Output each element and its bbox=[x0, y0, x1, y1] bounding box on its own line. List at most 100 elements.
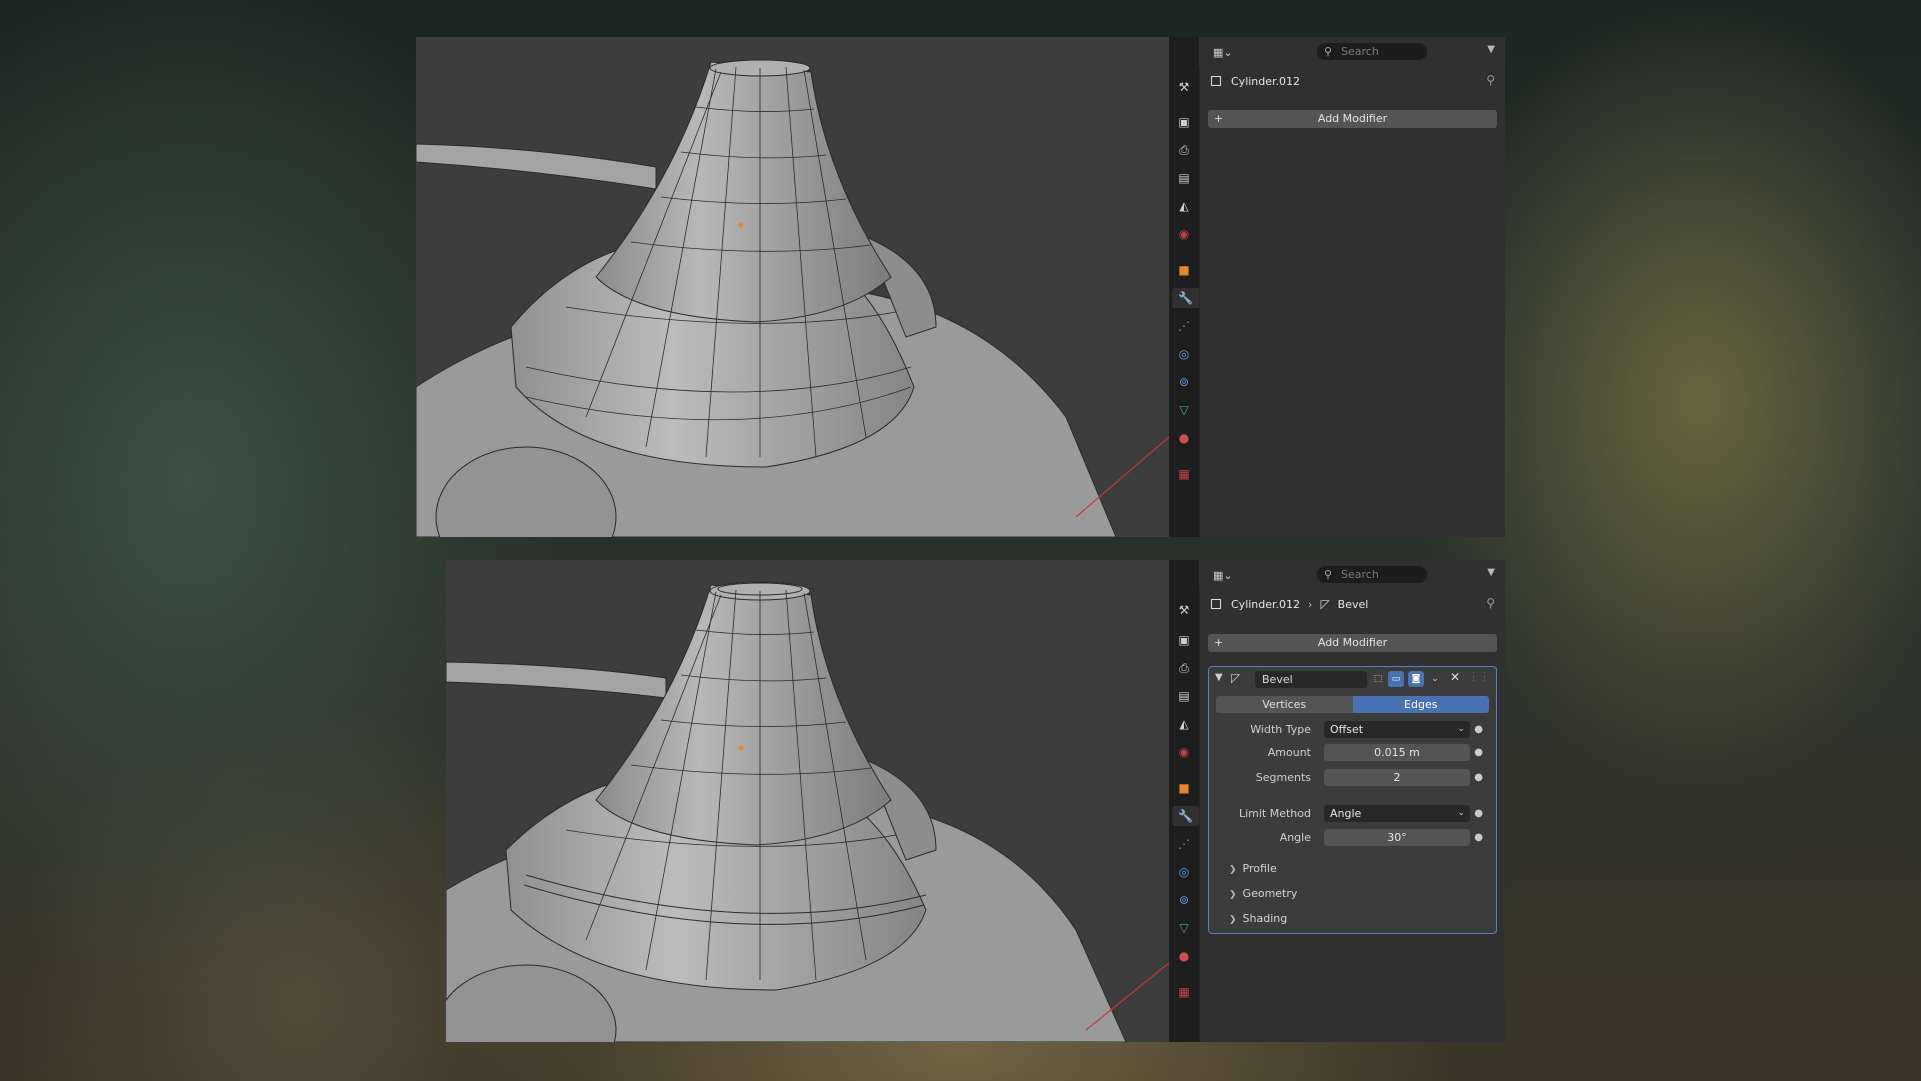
search-icon: ⚲ bbox=[1324, 45, 1333, 58]
pin-icon[interactable]: ⚲ bbox=[1486, 73, 1495, 87]
render-tab-icon[interactable]: ▣ bbox=[1174, 630, 1194, 650]
texture-tab-icon[interactable]: ▦ bbox=[1174, 982, 1194, 1002]
width-type-dropdown[interactable]: Offset ⌄ bbox=[1324, 721, 1470, 738]
limit-method-label: Limit Method bbox=[1238, 807, 1311, 820]
chevron-down-icon: ⌄ bbox=[1457, 724, 1465, 734]
segments-field[interactable]: 2 bbox=[1324, 769, 1470, 786]
amount-row: Amount 0.015 m ● bbox=[1209, 744, 1496, 761]
particles-tab-icon[interactable]: ⋰ bbox=[1174, 834, 1194, 854]
constraints-tab-icon[interactable]: ⊚ bbox=[1174, 890, 1194, 910]
modifiers-tab-icon[interactable]: 🔧 bbox=[1172, 288, 1199, 308]
particles-tab-icon[interactable]: ⋰ bbox=[1174, 316, 1194, 336]
chevron-right-icon: ❯ bbox=[1229, 865, 1237, 875]
view-layer-tab-icon[interactable]: ▤ bbox=[1174, 168, 1194, 188]
object-icon bbox=[1211, 599, 1221, 609]
breadcrumb-separator-icon: › bbox=[1308, 597, 1313, 611]
breadcrumb: Cylinder.012 bbox=[1199, 67, 1505, 95]
keyframe-dot-icon[interactable]: ● bbox=[1474, 744, 1483, 761]
modifiers-tab-icon[interactable]: 🔧 bbox=[1172, 806, 1199, 826]
top-viewport-mesh bbox=[416, 59, 1169, 537]
affect-vertices-button[interactable]: Vertices bbox=[1216, 696, 1353, 713]
bevel-modifier-icon: ◸ bbox=[1231, 671, 1241, 685]
keyframe-dot-icon[interactable]: ● bbox=[1474, 721, 1483, 738]
data-tab-icon[interactable]: ▽ bbox=[1174, 918, 1194, 938]
search-input[interactable]: ⚲ Search bbox=[1317, 566, 1427, 583]
scene-tab-icon[interactable]: ◭ bbox=[1174, 196, 1194, 216]
editor-type-icon[interactable]: ▦⌄ bbox=[1213, 44, 1241, 60]
breadcrumb-object: Cylinder.012 bbox=[1231, 74, 1301, 88]
width-type-row: Width Type Offset ⌄ ● bbox=[1209, 721, 1496, 738]
top-properties-tabs: ⚒ ▣ ⎙ ▤ ◭ ◉ ■ 🔧 ⋰ ◎ ⊚ ▽ ● ▦ bbox=[1169, 37, 1200, 537]
material-tab-icon[interactable]: ● bbox=[1174, 428, 1194, 448]
geometry-subpanel[interactable]: ❯ Geometry bbox=[1229, 885, 1297, 902]
world-tab-icon[interactable]: ◉ bbox=[1174, 742, 1194, 762]
add-modifier-button[interactable]: + Add Modifier bbox=[1208, 110, 1497, 128]
angle-row: Angle 30° ● bbox=[1209, 829, 1496, 846]
remove-modifier-icon[interactable]: ✕ bbox=[1450, 670, 1460, 684]
output-tab-icon[interactable]: ⎙ bbox=[1174, 658, 1194, 678]
viewport-display-toggle-icon[interactable]: ▭ bbox=[1388, 671, 1404, 687]
constraints-tab-icon[interactable]: ⊚ bbox=[1174, 372, 1194, 392]
add-modifier-button[interactable]: + Add Modifier bbox=[1208, 634, 1497, 652]
modifier-header: ▼ ◸ Bevel ⬚ ▭ ◙ ⌄ ✕ ⋮⋮ bbox=[1209, 667, 1496, 691]
segments-row: Segments 2 ● bbox=[1209, 769, 1496, 786]
collapse-chevron-icon[interactable]: ▼ bbox=[1215, 672, 1223, 683]
edit-mode-toggle-icon[interactable]: ⬚ bbox=[1370, 671, 1386, 687]
chevron-right-icon: ❯ bbox=[1229, 915, 1237, 925]
modifier-name-field[interactable]: Bevel bbox=[1255, 671, 1367, 688]
physics-tab-icon[interactable]: ◎ bbox=[1174, 344, 1194, 364]
plus-icon: + bbox=[1214, 636, 1224, 649]
search-input[interactable]: ⚲ Search bbox=[1317, 43, 1427, 60]
breadcrumb: Cylinder.012 › ◸ Bevel bbox=[1199, 590, 1505, 618]
object-tab-icon[interactable]: ■ bbox=[1174, 260, 1194, 280]
world-tab-icon[interactable]: ◉ bbox=[1174, 224, 1194, 244]
top-3d-viewport[interactable] bbox=[416, 37, 1169, 537]
editor-type-icon[interactable]: ▦⌄ bbox=[1213, 567, 1241, 583]
bevel-modifier-panel: ▼ ◸ Bevel ⬚ ▭ ◙ ⌄ ✕ ⋮⋮ Vertices Edges Wi… bbox=[1208, 666, 1497, 934]
bottom-properties-header: ▦⌄ ⚲ Search ▼ bbox=[1199, 560, 1505, 590]
keyframe-dot-icon[interactable]: ● bbox=[1474, 805, 1483, 822]
keyframe-dot-icon[interactable]: ● bbox=[1474, 829, 1483, 846]
segments-label: Segments bbox=[1255, 771, 1311, 784]
limit-method-dropdown[interactable]: Angle ⌄ bbox=[1324, 805, 1470, 822]
search-icon: ⚲ bbox=[1324, 568, 1333, 581]
chevron-right-icon: ❯ bbox=[1229, 890, 1237, 900]
texture-tab-icon[interactable]: ▦ bbox=[1174, 464, 1194, 484]
pin-icon[interactable]: ⚲ bbox=[1486, 596, 1495, 610]
data-tab-icon[interactable]: ▽ bbox=[1174, 400, 1194, 420]
angle-field[interactable]: 30° bbox=[1324, 829, 1470, 846]
bottom-blender-window: ⚒ ▣ ⎙ ▤ ◭ ◉ ■ 🔧 ⋰ ◎ ⊚ ▽ ● ▦ ▦⌄ ⚲ Search … bbox=[446, 560, 1505, 1042]
chevron-down-icon: ⌄ bbox=[1457, 808, 1465, 818]
chevron-down-icon[interactable]: ▼ bbox=[1487, 44, 1495, 55]
top-properties-header: ▦⌄ ⚲ Search ▼ bbox=[1199, 37, 1505, 67]
render-toggle-icon[interactable]: ◙ bbox=[1408, 671, 1424, 687]
breadcrumb-object: Cylinder.012 bbox=[1231, 597, 1301, 611]
amount-label: Amount bbox=[1267, 746, 1311, 759]
profile-subpanel[interactable]: ❯ Profile bbox=[1229, 860, 1277, 877]
object-tab-icon[interactable]: ■ bbox=[1174, 778, 1194, 798]
scene-tab-icon[interactable]: ◭ bbox=[1174, 714, 1194, 734]
physics-tab-icon[interactable]: ◎ bbox=[1174, 862, 1194, 882]
render-tab-icon[interactable]: ▣ bbox=[1174, 112, 1194, 132]
width-type-label: Width Type bbox=[1250, 723, 1311, 736]
amount-field[interactable]: 0.015 m bbox=[1324, 744, 1470, 761]
bottom-properties-tabs: ⚒ ▣ ⎙ ▤ ◭ ◉ ■ 🔧 ⋰ ◎ ⊚ ▽ ● ▦ bbox=[1169, 560, 1200, 1042]
material-tab-icon[interactable]: ● bbox=[1174, 946, 1194, 966]
modifier-menu-chevron-icon[interactable]: ⌄ bbox=[1427, 671, 1443, 687]
affect-toggle: Vertices Edges bbox=[1216, 696, 1489, 713]
bottom-3d-viewport[interactable] bbox=[446, 560, 1169, 1042]
affect-edges-button[interactable]: Edges bbox=[1352, 696, 1489, 713]
top-properties-editor: ⚒ ▣ ⎙ ▤ ◭ ◉ ■ 🔧 ⋰ ◎ ⊚ ▽ ● ▦ ▦⌄ ⚲ Search … bbox=[1169, 37, 1505, 537]
chevron-down-icon[interactable]: ▼ bbox=[1487, 567, 1495, 578]
limit-method-row: Limit Method Angle ⌄ ● bbox=[1209, 805, 1496, 822]
object-icon bbox=[1211, 76, 1221, 86]
view-layer-tab-icon[interactable]: ▤ bbox=[1174, 686, 1194, 706]
output-tab-icon[interactable]: ⎙ bbox=[1174, 140, 1194, 160]
shading-subpanel[interactable]: ❯ Shading bbox=[1229, 910, 1287, 927]
drag-grip-icon[interactable]: ⋮⋮ bbox=[1468, 670, 1490, 683]
keyframe-dot-icon[interactable]: ● bbox=[1474, 769, 1483, 786]
tool-tab-icon[interactable]: ⚒ bbox=[1174, 77, 1194, 97]
breadcrumb-modifier: Bevel bbox=[1337, 597, 1369, 611]
tool-tab-icon[interactable]: ⚒ bbox=[1174, 600, 1194, 620]
top-blender-window: ⚒ ▣ ⎙ ▤ ◭ ◉ ■ 🔧 ⋰ ◎ ⊚ ▽ ● ▦ ▦⌄ ⚲ Search … bbox=[416, 37, 1505, 537]
